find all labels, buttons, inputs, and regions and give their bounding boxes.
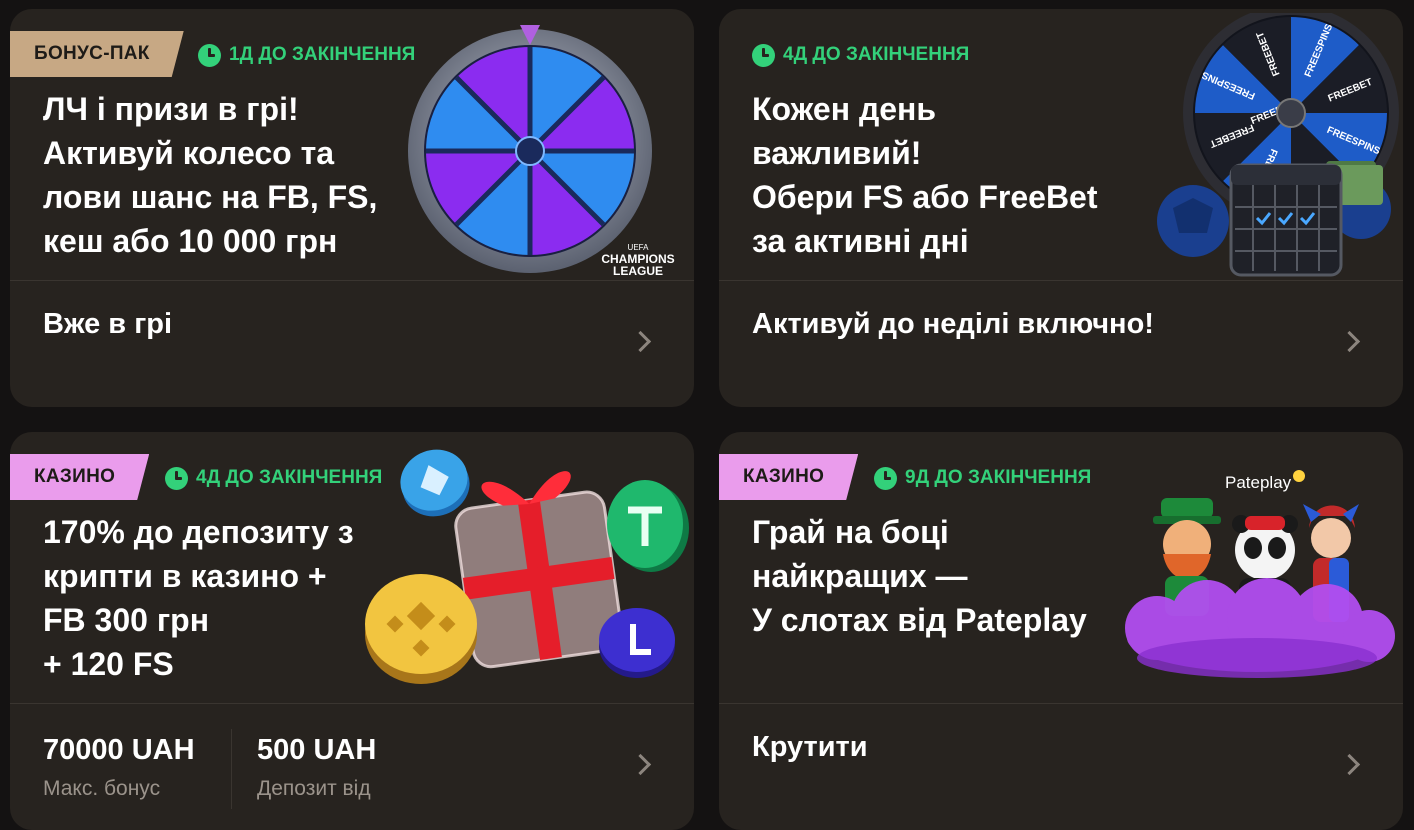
- title-line: кеш або 10 000 грн: [43, 223, 338, 259]
- title-line: за активні дні: [752, 223, 969, 259]
- title-line: Грай на боці: [752, 514, 949, 550]
- expiry-timer: 4Д ДО ЗАКІНЧЕННЯ: [165, 466, 382, 490]
- divider: [719, 280, 1403, 281]
- bonus-wheel-calendar-art: FREEBET FREESPINS FREEBET FREESPINS FREE…: [1157, 13, 1399, 277]
- promo-status: Вже в грі: [43, 308, 173, 340]
- expiry-timer: 4Д ДО ЗАКІНЧЕННЯ: [752, 43, 969, 67]
- clock-icon: [165, 466, 188, 490]
- expiry-text: 1Д ДО ЗАКІНЧЕННЯ: [229, 44, 416, 65]
- max-bonus-stat: 70000 UAH Макс. бонус: [43, 730, 195, 804]
- max-bonus-label: Макс. бонус: [43, 777, 161, 800]
- pateplay-characters-art: Pateplay: [1125, 470, 1395, 678]
- chevron-right-icon: [1338, 753, 1361, 776]
- expiry-text: 4Д ДО ЗАКІНЧЕННЯ: [783, 44, 970, 65]
- promo-card-crypto-casino[interactable]: КАЗИНО 4Д ДО ЗАКІНЧЕННЯ 170% до депозиту…: [10, 432, 694, 830]
- logo-text: UEFA: [628, 243, 650, 252]
- spin-link: Крутити: [752, 731, 868, 763]
- casino-tag: КАЗИНО: [10, 454, 149, 500]
- expiry-text: 9Д ДО ЗАКІНЧЕННЯ: [905, 467, 1092, 488]
- stat-divider: [231, 729, 232, 809]
- clock-icon: [198, 43, 221, 67]
- prize-wheel-art: UEFA CHAMPIONS LEAGUE: [408, 25, 675, 278]
- title-line: найкращих —: [752, 558, 968, 594]
- min-deposit-stat: 500 UAH Депозит від: [257, 730, 376, 804]
- bonus-pack-tag: БОНУС-ПАК: [10, 31, 184, 77]
- logo-text: LEAGUE: [613, 264, 663, 278]
- min-deposit-label: Депозит від: [257, 777, 371, 800]
- promo-title: Кожен день важливий! Обери FS або FreeBe…: [752, 87, 1152, 263]
- clock-icon: [874, 466, 897, 490]
- promo-title: ЛЧ і призи в грі! Активуй колесо та лови…: [43, 87, 443, 263]
- expiry-timer: 1Д ДО ЗАКІНЧЕННЯ: [198, 43, 415, 67]
- promo-title: Грай на боці найкращих — У слотах від Pa…: [752, 510, 1152, 642]
- promo-status: Активуй до неділі включно!: [752, 308, 1154, 340]
- promo-card-pateplay-slots[interactable]: КАЗИНО 9Д ДО ЗАКІНЧЕННЯ Грай на боці най…: [719, 432, 1403, 830]
- expiry-timer: 9Д ДО ЗАКІНЧЕННЯ: [874, 466, 1091, 490]
- title-line: Кожен день: [752, 91, 937, 127]
- chevron-right-icon: [629, 753, 652, 776]
- max-bonus-value: 70000 UAH: [43, 734, 195, 766]
- title-line: ЛЧ і призи в грі!: [43, 91, 299, 127]
- title-line: У слотах від Pateplay: [752, 602, 1087, 638]
- title-line: Активуй колесо та: [43, 135, 335, 171]
- pateplay-logo: Pateplay: [1225, 473, 1292, 492]
- promo-card-daily-bonus[interactable]: 4Д ДО ЗАКІНЧЕННЯ Кожен день важливий! Об…: [719, 9, 1403, 407]
- divider: [10, 280, 694, 281]
- min-deposit-value: 500 UAH: [257, 734, 377, 766]
- title-line: лови шанс на FB, FS,: [43, 179, 378, 215]
- title-line: Обери FS або FreeBet: [752, 179, 1098, 215]
- promo-card-champions-league[interactable]: БОНУС-ПАК 1Д ДО ЗАКІНЧЕННЯ ЛЧ і призи в …: [10, 9, 694, 407]
- chevron-right-icon: [1338, 330, 1361, 353]
- divider: [719, 703, 1403, 704]
- divider: [10, 703, 694, 704]
- chevron-right-icon: [629, 330, 652, 353]
- title-line: важливий!: [752, 135, 922, 171]
- crypto-gift-art: [365, 449, 689, 684]
- clock-icon: [752, 43, 775, 67]
- casino-tag: КАЗИНО: [719, 454, 858, 500]
